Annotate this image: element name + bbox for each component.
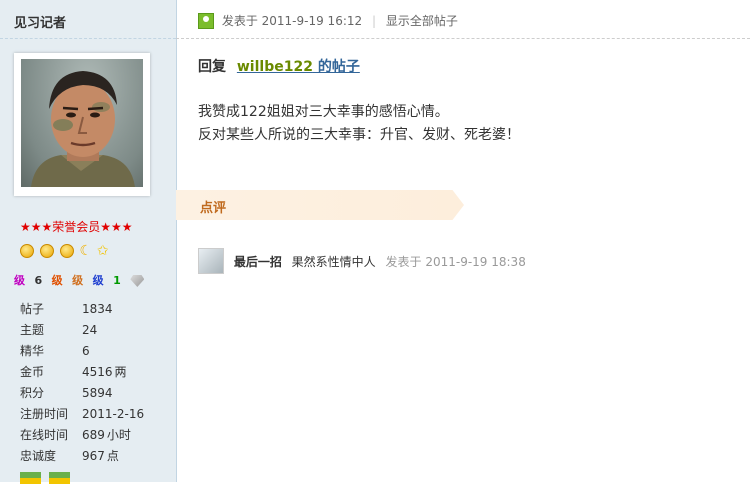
stat-label: 注册时间 (20, 407, 69, 421)
stat-row: 注册时间 2011-2-16 (20, 404, 144, 425)
header-separator: | (371, 13, 377, 28)
rank-icons: ☾ ✩ (20, 243, 109, 259)
stat-value[interactable]: 1834 (82, 302, 113, 316)
stat-row: 帖子 1834 (20, 299, 144, 320)
stat-label: 帖子 (20, 302, 45, 316)
stat-unit: 点 (106, 449, 119, 463)
stat-unit: 两 (114, 365, 127, 379)
stat-row: 在线时间 689 小时 (20, 425, 144, 446)
stat-label: 积分 (20, 386, 45, 400)
stat-label: 精华 (20, 344, 45, 358)
author-username[interactable]: 见习记者 (14, 12, 66, 31)
reply-suffix[interactable]: 的帖子 (313, 59, 360, 75)
stat-row: 主题 24 (20, 320, 144, 341)
diamond-icon (130, 275, 145, 287)
online-status-icon (198, 12, 214, 29)
comment-section-label: 点评 (200, 201, 227, 216)
stat-value[interactable]: 6 (82, 344, 90, 358)
reply-username[interactable]: willbe122 (237, 59, 313, 75)
stat-label: 金币 (20, 365, 45, 379)
comment-section-header: 点评 (176, 190, 464, 220)
post-header: 发表于 2011-9-19 16:12 | 显示全部帖子 (198, 12, 458, 32)
stat-value: 967 (82, 449, 105, 463)
stat-row: 忠诚度 967 点 (20, 446, 144, 467)
sidebar-divider (0, 38, 176, 39)
sun-medal-icon (39, 244, 54, 258)
user-stats: 帖子 1834 主题 24 精华 6 金币 4516 两 积分 5894 注册时间 2011-… (20, 299, 144, 467)
avatar-frame (14, 53, 150, 196)
post-content: 我赞成122姐姐对三大幸事的感悟心情。 反对某些人所说的三大幸事：升官、发财、死… (198, 101, 520, 147)
level-label: 级 (51, 274, 63, 287)
star-icon: ✩ (96, 243, 109, 259)
post-time: 发表于 2011-9-19 16:12 (221, 14, 363, 28)
medal-badge-icon[interactable] (48, 472, 70, 484)
commenter-username[interactable]: 最后一招 (234, 255, 282, 269)
medal-badges (20, 472, 74, 487)
level-label: 级 (14, 274, 25, 287)
commenter-avatar[interactable] (198, 248, 224, 274)
sun-medal-icon (20, 244, 34, 258)
stat-label: 忠诚度 (20, 449, 57, 463)
reply-post-link[interactable]: willbe122 的帖子 (237, 59, 360, 75)
sun-medal-icon (59, 244, 74, 258)
moon-icon: ☾ (79, 243, 93, 259)
level-number: 1 (113, 274, 121, 287)
stat-value: 5894 (82, 386, 113, 400)
stat-value[interactable]: 24 (82, 323, 97, 337)
level-label: 级 (72, 274, 84, 287)
comment-time: 发表于 2011-9-19 18:38 (385, 254, 526, 269)
level-label: 级 (92, 274, 104, 287)
user-sidebar: 见习记者 ★★★荣誉会员★★★ ☾ ✩ 级 6 级 级 级 1 帖子 1834 … (0, 0, 177, 484)
content-line: 反对某些人所说的三大幸事：升官、发财、死老婆！ (198, 127, 520, 143)
level-badges: 级 6 级 级 级 1 (14, 272, 150, 288)
stat-value: 689 (82, 428, 105, 442)
stat-label: 主题 (20, 323, 45, 337)
show-all-posts-link[interactable]: 显示全部帖子 (386, 14, 458, 28)
content-line: 我赞成122姐姐对三大幸事的感悟心情。 (198, 104, 449, 120)
comment-text: 果然系性情中人 (291, 254, 376, 269)
stat-row: 积分 5894 (20, 383, 144, 404)
header-divider (176, 38, 750, 39)
stat-unit: 小时 (106, 428, 131, 442)
reply-prefix: 回复 (198, 59, 226, 75)
comment-item: 最后一招 果然系性情中人 发表于 2011-9-19 18:38 (198, 248, 526, 274)
stat-row: 精华 6 (20, 341, 144, 362)
reply-quote-line: 回复 willbe122 的帖子 (198, 56, 360, 76)
rank-title: ★★★荣誉会员★★★ (20, 220, 133, 234)
medal-badge-icon[interactable] (20, 472, 41, 484)
level-number: 6 (34, 274, 43, 287)
stat-label: 在线时间 (20, 428, 69, 442)
stat-row: 金币 4516 两 (20, 362, 144, 383)
stat-value: 4516 (82, 365, 113, 379)
avatar-portrait-image (31, 71, 135, 187)
avatar[interactable] (21, 59, 143, 187)
stat-value: 2011-2-16 (82, 407, 145, 421)
